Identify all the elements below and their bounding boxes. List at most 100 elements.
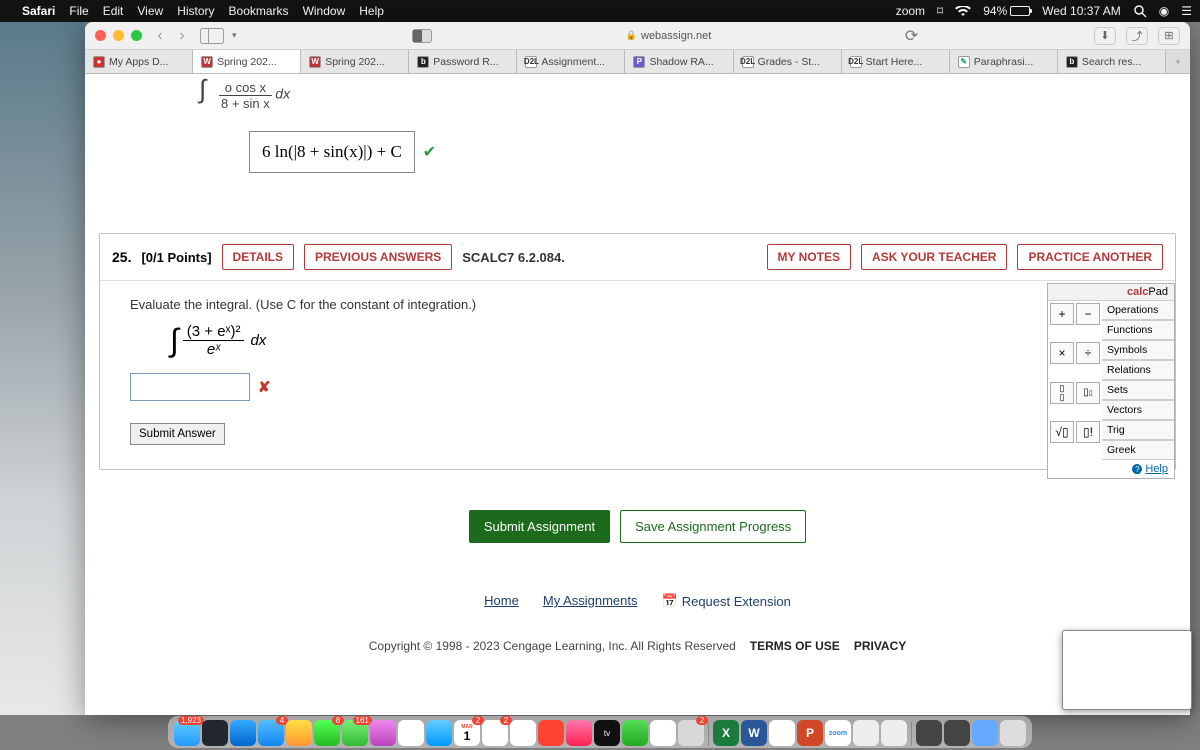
clock[interactable]: Wed 10:37 AM: [1042, 4, 1121, 18]
tab-dropdown-icon[interactable]: ▾: [232, 30, 237, 41]
fullscreen-window-button[interactable]: [131, 30, 142, 41]
dock-word[interactable]: W: [741, 720, 767, 746]
browser-tab[interactable]: D2LAssignment...: [517, 50, 625, 73]
calcpad-category[interactable]: Trig: [1102, 420, 1174, 440]
tab-overview-button[interactable]: ⊞: [1158, 27, 1180, 45]
sidebar-toggle-button[interactable]: [200, 28, 224, 44]
dock-news[interactable]: [538, 720, 564, 746]
menu-file[interactable]: File: [69, 4, 88, 18]
practice-another-button[interactable]: PRACTICE ANOTHER: [1017, 244, 1163, 270]
details-button[interactable]: DETAILS: [222, 244, 294, 270]
dock-mail[interactable]: [426, 720, 452, 746]
menu-bookmarks[interactable]: Bookmarks: [229, 4, 289, 18]
dock-numbers[interactable]: [622, 720, 648, 746]
zoom-menubar-icon[interactable]: zoom: [896, 4, 925, 18]
menu-edit[interactable]: Edit: [103, 4, 124, 18]
answer-input[interactable]: [130, 373, 250, 401]
new-tab-button[interactable]: +: [1166, 50, 1190, 73]
browser-tab[interactable]: D2LGrades - St...: [734, 50, 842, 73]
calcpad-divide-button[interactable]: ÷: [1076, 342, 1100, 364]
dock-folder2[interactable]: [944, 720, 970, 746]
dock-zoom[interactable]: zoom: [825, 720, 851, 746]
browser-tab[interactable]: WSpring 202...: [193, 50, 301, 73]
browser-tab[interactable]: WSpring 202...: [301, 50, 409, 73]
menu-view[interactable]: View: [137, 4, 163, 18]
calcpad-exponent-button[interactable]: ▯▯: [1076, 382, 1100, 404]
downloads-button[interactable]: ⬇: [1094, 27, 1116, 45]
menu-window[interactable]: Window: [303, 4, 346, 18]
dock-notes[interactable]: [510, 720, 536, 746]
browser-tab[interactable]: D2LStart Here...: [842, 50, 950, 73]
save-progress-button[interactable]: Save Assignment Progress: [620, 510, 806, 543]
picture-in-picture-preview[interactable]: [1062, 630, 1192, 710]
dock-pages[interactable]: [650, 720, 676, 746]
browser-tab[interactable]: bPassword R...: [409, 50, 517, 73]
back-button[interactable]: ‹: [150, 27, 170, 45]
dock-calendar[interactable]: MAR 1 2: [454, 720, 480, 746]
dock-downloads[interactable]: [972, 720, 998, 746]
dock-chrome[interactable]: [769, 720, 795, 746]
privacy-link[interactable]: PRIVACY: [854, 639, 906, 653]
submit-assignment-button[interactable]: Submit Assignment: [469, 510, 610, 543]
forward-button[interactable]: ›: [172, 27, 192, 45]
dock-appstore[interactable]: 4: [258, 720, 284, 746]
dock-trash[interactable]: [1000, 720, 1026, 746]
browser-tab[interactable]: bSearch res...: [1058, 50, 1166, 73]
calcpad-category[interactable]: Relations: [1102, 360, 1174, 380]
dock-system-preferences[interactable]: 2: [678, 720, 704, 746]
dock-maps[interactable]: 161: [342, 720, 368, 746]
browser-tab[interactable]: ✎Paraphrasi...: [950, 50, 1058, 73]
menu-help[interactable]: Help: [359, 4, 384, 18]
control-center-icon[interactable]: ☰: [1181, 4, 1192, 18]
terms-of-use-link[interactable]: TERMS OF USE: [750, 639, 840, 653]
dock-folder1[interactable]: [916, 720, 942, 746]
calcpad-times-button[interactable]: ×: [1050, 342, 1074, 364]
home-link[interactable]: Home: [484, 593, 519, 609]
calcpad-category[interactable]: Greek: [1102, 440, 1174, 460]
app-menu[interactable]: Safari: [22, 4, 55, 18]
dock-preview-doc1[interactable]: [853, 720, 879, 746]
my-assignments-link[interactable]: My Assignments: [543, 593, 638, 609]
dock-launchpad[interactable]: [202, 720, 228, 746]
reload-button[interactable]: ⟳: [905, 26, 918, 46]
ask-teacher-button[interactable]: ASK YOUR TEACHER: [861, 244, 1007, 270]
dock-excel[interactable]: X: [713, 720, 739, 746]
calcpad-fraction-button[interactable]: ▯▯: [1050, 382, 1074, 404]
spotlight-icon[interactable]: [1133, 4, 1147, 18]
previous-answers-button[interactable]: PREVIOUS ANSWERS: [304, 244, 452, 270]
browser-tab[interactable]: PShadow RA...: [625, 50, 733, 73]
calcpad-category[interactable]: Vectors: [1102, 400, 1174, 420]
minimize-window-button[interactable]: [113, 30, 124, 41]
calcpad-sqrt-button[interactable]: √▯: [1050, 421, 1074, 443]
dock-podcasts[interactable]: [370, 720, 396, 746]
dock-messages[interactable]: 8: [314, 720, 340, 746]
calcpad-category[interactable]: Operations: [1102, 301, 1174, 320]
battery-status[interactable]: 94%: [983, 4, 1030, 18]
siri-icon[interactable]: ◉: [1159, 4, 1169, 18]
calcpad-minus-button[interactable]: −: [1076, 303, 1100, 325]
request-extension-link[interactable]: 📅 Request Extension: [662, 593, 791, 609]
dock-tips[interactable]: [286, 720, 312, 746]
submit-answer-button[interactable]: Submit Answer: [130, 423, 225, 445]
my-notes-button[interactable]: MY NOTES: [767, 244, 851, 270]
calcpad-factorial-button[interactable]: ▯!: [1076, 421, 1100, 443]
close-window-button[interactable]: [95, 30, 106, 41]
share-button[interactable]: ⤴: [1126, 27, 1148, 45]
dock-tv[interactable]: tv: [594, 720, 620, 746]
screen-mirroring-icon[interactable]: ⌑: [937, 4, 943, 18]
calcpad-category[interactable]: Functions: [1102, 320, 1174, 340]
address-bar[interactable]: 🔒 webassign.net: [626, 30, 712, 42]
wifi-icon[interactable]: [955, 6, 971, 17]
dock-reminders[interactable]: 2: [482, 720, 508, 746]
dock-finder[interactable]: 1,923: [174, 720, 200, 746]
dock-preview-doc2[interactable]: [881, 720, 907, 746]
dock-photos[interactable]: [398, 720, 424, 746]
dock-safari[interactable]: [230, 720, 256, 746]
browser-tab[interactable]: ●My Apps D...: [85, 50, 193, 73]
calcpad-plus-button[interactable]: +: [1050, 303, 1074, 325]
calcpad-category[interactable]: Symbols: [1102, 340, 1174, 360]
dock-music[interactable]: [566, 720, 592, 746]
calcpad-help-link[interactable]: ? Help: [1048, 460, 1174, 478]
calcpad-category[interactable]: Sets: [1102, 380, 1174, 400]
menu-history[interactable]: History: [177, 4, 214, 18]
